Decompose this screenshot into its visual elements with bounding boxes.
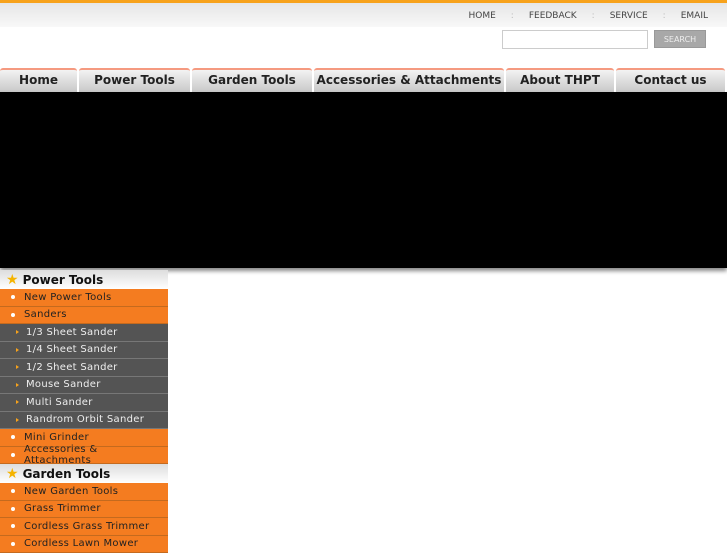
sidebar-item[interactable]: New Power Tools [0, 289, 168, 307]
top-link-feedback[interactable]: FEEDBACK [529, 11, 577, 21]
sidebar-header-garden-tools: ★ Garden Tools [0, 464, 168, 483]
nav-contact[interactable]: Contact us [616, 68, 725, 92]
sidebar-item-label: 1/4 Sheet Sander [26, 344, 118, 355]
bullet-icon [11, 489, 15, 493]
sidebar-item-label: 1/3 Sheet Sander [26, 327, 118, 338]
main-nav: Home Power Tools Garden Tools Accessorie… [0, 68, 727, 92]
sidebar-item[interactable]: Multi Sander [0, 394, 168, 412]
sidebar-header-power-tools: ★ Power Tools [0, 270, 168, 289]
bullet-icon [11, 313, 15, 317]
search-input[interactable] [502, 30, 648, 49]
nav-garden-tools[interactable]: Garden Tools [192, 68, 312, 92]
arrow-icon [16, 383, 19, 387]
separator: : [592, 11, 595, 21]
star-icon: ★ [6, 272, 19, 288]
sidebar-item[interactable]: Sanders [0, 307, 168, 325]
search-button[interactable]: SEARCH [654, 30, 706, 48]
arrow-icon [16, 418, 19, 422]
star-icon: ★ [6, 466, 19, 482]
sidebar-item[interactable]: Mouse Sander [0, 377, 168, 395]
sidebar-item[interactable]: Cordless Lawn Mower [0, 536, 168, 553]
hero-banner [0, 92, 727, 268]
sidebar-header-label: Garden Tools [23, 467, 111, 481]
nav-home[interactable]: Home [0, 68, 77, 92]
nav-accessories[interactable]: Accessories & Attachments [314, 68, 504, 92]
sidebar-item[interactable]: Randrom Orbit Sander [0, 412, 168, 430]
sidebar-item-label: Randrom Orbit Sander [26, 414, 144, 425]
top-link-service[interactable]: SERVICE [610, 11, 648, 21]
bullet-icon [11, 295, 15, 299]
sidebar-item[interactable]: Accessories & Attachments [0, 447, 168, 465]
top-link-email[interactable]: EMAIL [681, 11, 708, 21]
sidebar-item[interactable]: 1/2 Sheet Sander [0, 359, 168, 377]
sidebar-item-label: Cordless Grass Trimmer [24, 521, 149, 532]
sidebar-item[interactable]: Grass Trimmer [0, 501, 168, 519]
sidebar-item-label: New Power Tools [24, 292, 112, 303]
separator: : [511, 11, 514, 21]
sidebar-item-label: Mouse Sander [26, 379, 101, 390]
nav-power-tools[interactable]: Power Tools [79, 68, 190, 92]
nav-about[interactable]: About THPT [506, 68, 614, 92]
bullet-icon [11, 542, 15, 546]
arrow-icon [16, 330, 19, 334]
bullet-icon [11, 507, 15, 511]
sidebar-item-label: Accessories & Attachments [24, 444, 168, 466]
sidebar-item[interactable]: 1/4 Sheet Sander [0, 342, 168, 360]
bullet-icon [11, 524, 15, 528]
sidebar-header-label: Power Tools [23, 273, 104, 287]
sidebar-item-label: Sanders [24, 309, 67, 320]
sidebar-item-label: New Garden Tools [24, 486, 118, 497]
sidebar-item-label: Mini Grinder [24, 432, 89, 443]
arrow-icon [16, 365, 19, 369]
sidebar-item[interactable]: New Garden Tools [0, 483, 168, 501]
sidebar-item[interactable]: Cordless Grass Trimmer [0, 518, 168, 536]
arrow-icon [16, 348, 19, 352]
separator: : [663, 11, 666, 21]
bullet-icon [11, 435, 15, 439]
sidebar-item[interactable]: 1/3 Sheet Sander [0, 324, 168, 342]
sidebar-item-label: Multi Sander [26, 397, 93, 408]
arrow-icon [16, 400, 19, 404]
sidebar-item-label: Grass Trimmer [24, 503, 101, 514]
top-link-home[interactable]: HOME [468, 11, 495, 21]
sidebar: ★ Power Tools New Power Tools Sanders 1/3 S… [0, 270, 168, 553]
sidebar-item-label: Cordless Lawn Mower [24, 538, 138, 549]
bullet-icon [11, 453, 15, 457]
top-links: HOME: FEEDBACK: SERVICE: EMAIL [468, 11, 708, 21]
sidebar-item-label: 1/2 Sheet Sander [26, 362, 118, 373]
